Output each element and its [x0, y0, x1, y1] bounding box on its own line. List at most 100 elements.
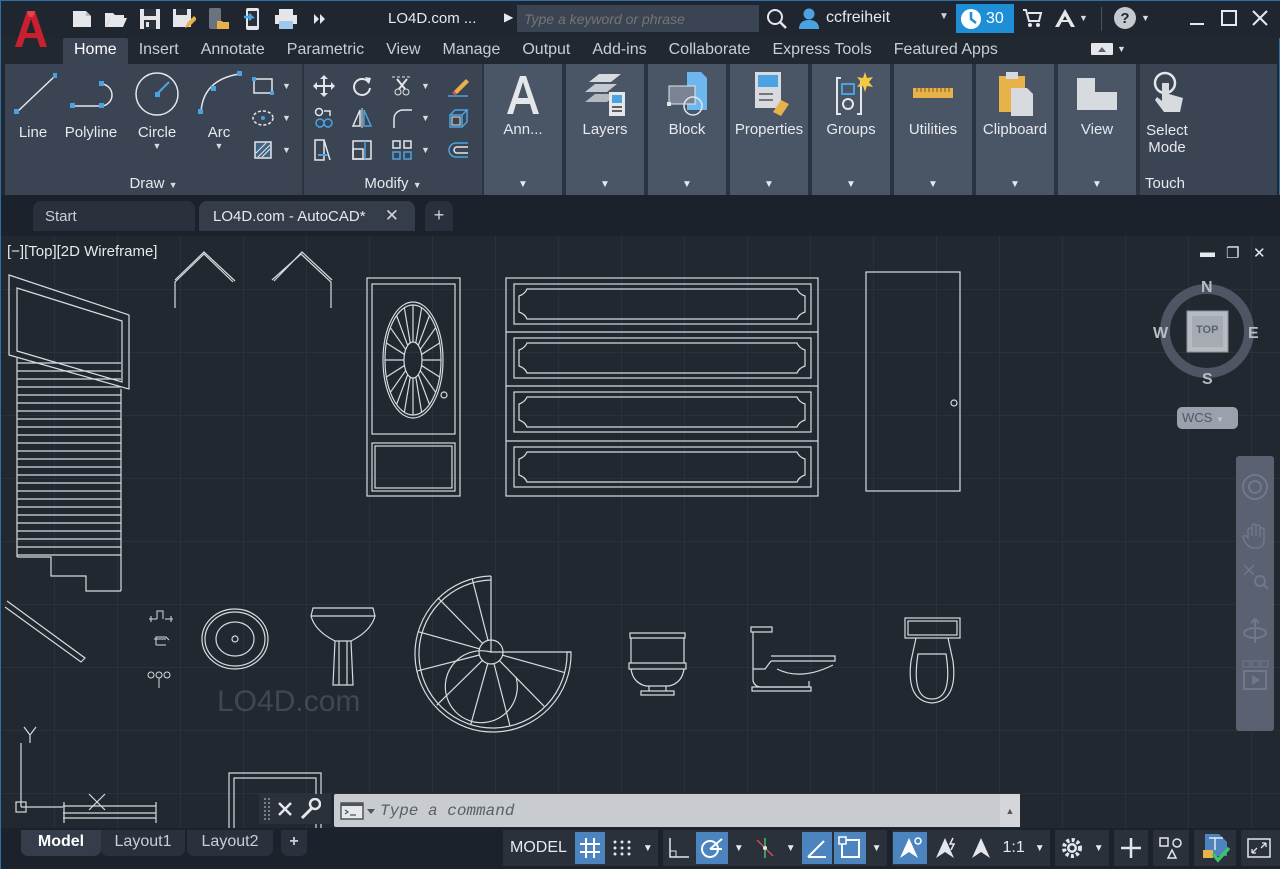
groups-panel[interactable]: Groups ▼: [812, 64, 890, 195]
mirror-icon[interactable]: [348, 104, 376, 132]
polar-tracking-icon[interactable]: [695, 832, 728, 864]
tab-document[interactable]: LO4D.com - AutoCAD* ✕: [199, 201, 415, 231]
hatch-icon[interactable]: [249, 136, 277, 164]
compass-north[interactable]: N: [1201, 279, 1213, 297]
orbit-icon[interactable]: [1240, 616, 1270, 646]
customize-wrench-icon[interactable]: [299, 798, 321, 820]
trim-icon[interactable]: [388, 72, 416, 100]
select-mode-tool[interactable]: Select Mode: [1142, 70, 1192, 156]
command-input[interactable]: [380, 800, 980, 822]
zoom-extents-icon[interactable]: [1240, 561, 1270, 591]
cart-icon[interactable]: [1021, 7, 1043, 29]
ornate-door-drawing[interactable]: [366, 277, 461, 497]
faucet-symbols[interactable]: [147, 610, 173, 688]
chevron-down-icon[interactable]: ▼: [782, 832, 800, 864]
tab-layout2[interactable]: Layout2: [187, 830, 273, 856]
solid-edit-icon[interactable]: [444, 104, 472, 132]
erase-icon[interactable]: [444, 72, 472, 100]
clipboard-panel[interactable]: Clipboard ▼: [976, 64, 1054, 195]
drawing-viewport[interactable]: [−][Top][2D Wireframe] ▬ ❐ ✕ LO4D.com LO…: [1, 236, 1280, 828]
draw-panel-title[interactable]: Draw ▼: [5, 175, 302, 192]
cabinet-drawing[interactable]: [505, 277, 819, 497]
offset-icon[interactable]: [444, 136, 472, 164]
trial-badge[interactable]: 30: [956, 4, 1014, 33]
chevron-down-icon[interactable]: ▼: [421, 145, 430, 155]
pan-icon[interactable]: [1240, 521, 1270, 551]
block-panel[interactable]: Block ▼: [648, 64, 726, 195]
object-snap-tracking-icon[interactable]: [801, 832, 832, 864]
plot-icon[interactable]: [271, 5, 301, 33]
chevron-right-icon[interactable]: ▶: [504, 10, 513, 24]
object-snap-icon[interactable]: [833, 832, 866, 864]
tab-insert[interactable]: Insert: [128, 38, 190, 65]
save-as-icon[interactable]: [169, 5, 199, 33]
array-icon[interactable]: [388, 136, 416, 164]
more-icon[interactable]: [305, 5, 335, 33]
maximize-button[interactable]: [1214, 5, 1244, 31]
close-icon[interactable]: [277, 801, 293, 817]
annotation-monitor-icon[interactable]: [1115, 832, 1147, 864]
tab-express-tools[interactable]: Express Tools: [761, 38, 882, 65]
command-prompt-icon[interactable]: [340, 802, 378, 820]
autocad-logo-icon[interactable]: [11, 7, 51, 51]
ortho-mode-icon[interactable]: [664, 832, 694, 864]
tab-layout1[interactable]: Layout1: [101, 830, 185, 856]
drag-handle-icon[interactable]: [263, 796, 271, 822]
compass-south[interactable]: S: [1202, 371, 1213, 389]
tab-annotate[interactable]: Annotate: [190, 38, 276, 65]
chevron-down-icon[interactable]: ▼: [639, 832, 657, 864]
staircase-drawing[interactable]: [8, 274, 130, 592]
drawing-canvas[interactable]: [1, 236, 1280, 828]
command-history-icon[interactable]: ▲: [1000, 794, 1020, 827]
compass-east[interactable]: E: [1248, 325, 1259, 343]
viewport-close-icon[interactable]: ✕: [1253, 244, 1266, 262]
viewcube[interactable]: TOP N S E W: [1151, 274, 1261, 389]
command-line-handle[interactable]: [259, 794, 331, 824]
viewport-minimize-icon[interactable]: ▬: [1200, 244, 1215, 261]
line-tool[interactable]: Line: [9, 68, 58, 141]
tab-home[interactable]: Home: [63, 38, 128, 65]
stretch-icon[interactable]: [310, 136, 338, 164]
auto-scale-icon[interactable]: [929, 832, 963, 864]
grid-display-icon[interactable]: [574, 832, 605, 864]
workspace-gear-icon[interactable]: [1056, 832, 1088, 864]
annotation-scale-value[interactable]: 1:1: [999, 832, 1029, 864]
chevron-down-icon[interactable]: ▼: [730, 832, 748, 864]
ribbon-display-toggle[interactable]: ▼: [1091, 43, 1126, 55]
tab-collaborate[interactable]: Collaborate: [658, 38, 762, 65]
chevron-down-icon[interactable]: ▼: [421, 81, 430, 91]
rectangle-icon[interactable]: [249, 72, 277, 100]
fillet-icon[interactable]: [388, 104, 416, 132]
isolate-objects-icon[interactable]: [1154, 832, 1188, 864]
viewport-restore-icon[interactable]: ❐: [1226, 244, 1239, 262]
copy-icon[interactable]: [310, 104, 338, 132]
tab-model[interactable]: Model: [21, 830, 101, 856]
chevron-down-icon[interactable]: ▼: [129, 141, 185, 151]
model-space-button[interactable]: MODEL: [504, 832, 573, 864]
save-icon[interactable]: [135, 5, 165, 33]
annotation-scale-icon[interactable]: [965, 832, 997, 864]
circle-tool[interactable]: Circle ▼: [129, 68, 185, 151]
user-account[interactable]: ccfreiheit: [798, 7, 890, 29]
view-panel[interactable]: View ▼: [1058, 64, 1136, 195]
roof-symbol[interactable]: [174, 251, 236, 308]
tab-featured-apps[interactable]: Featured Apps: [883, 38, 1009, 65]
plain-door-drawing[interactable]: [865, 271, 961, 492]
toilet-side-drawing[interactable]: [750, 626, 836, 692]
isodraft-icon[interactable]: [750, 832, 780, 864]
save-to-mobile-icon[interactable]: [237, 5, 267, 33]
chevron-down-icon[interactable]: ▼: [421, 113, 430, 123]
open-icon[interactable]: [101, 5, 131, 33]
new-icon[interactable]: [67, 5, 97, 33]
chevron-down-icon[interactable]: ▼: [282, 81, 291, 91]
new-tab-button[interactable]: +: [425, 201, 453, 231]
chevron-down-icon[interactable]: ▼: [282, 145, 291, 155]
open-from-mobile-icon[interactable]: [203, 5, 233, 33]
move-icon[interactable]: [310, 72, 338, 100]
tab-view[interactable]: View: [375, 38, 431, 65]
viewport-controls-label[interactable]: [−][Top][2D Wireframe]: [7, 243, 157, 260]
chevron-down-icon[interactable]: ▼: [195, 141, 243, 151]
chevron-down-icon[interactable]: ▼: [282, 113, 291, 123]
help-button[interactable]: ? ▼: [1113, 6, 1150, 30]
utilities-panel[interactable]: Utilities ▼: [894, 64, 972, 195]
